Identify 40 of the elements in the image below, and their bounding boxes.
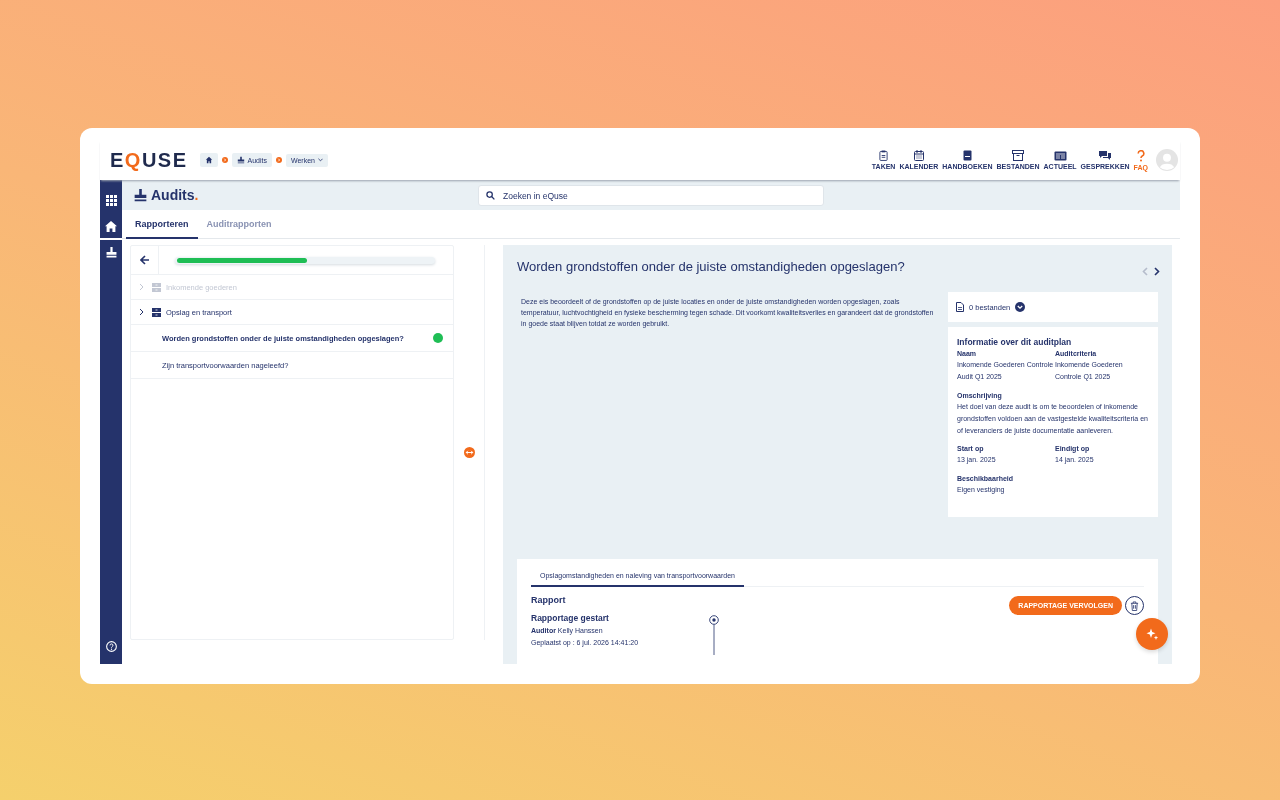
back-arrow-icon [139, 255, 150, 265]
entry-title: Rapportage gestart [531, 613, 610, 623]
stamp-icon [105, 246, 117, 258]
page-title: Audits. [151, 187, 199, 203]
document-icon [956, 302, 964, 312]
help-icon [1136, 149, 1145, 162]
tab[interactable]: Rapporteren [126, 210, 198, 239]
report-title: Rapport [531, 595, 566, 605]
chevron-icon [221, 157, 228, 163]
chevron-left-icon [1142, 267, 1148, 276]
question-title: Worden grondstoffen onder de juiste omstandigheden opgeslagen? [517, 259, 905, 274]
chevron-icon [139, 283, 144, 291]
book-icon [962, 150, 972, 161]
timeline-drawing [709, 615, 719, 655]
stamp-icon [134, 188, 147, 202]
trash-icon [1130, 600, 1139, 611]
caret-icon [318, 158, 323, 162]
sparkle-icon [1145, 627, 1159, 641]
archive-icon [1012, 150, 1024, 161]
help-icon[interactable] [105, 641, 117, 652]
expand-icon[interactable] [1015, 302, 1026, 312]
home-button[interactable] [199, 153, 218, 167]
stamp-icon [236, 156, 245, 164]
newspaper-icon [1053, 150, 1067, 161]
chevron-icon [276, 157, 282, 163]
calendar-icon [913, 150, 924, 161]
grid-icon [105, 194, 117, 206]
chevron-right-icon [1154, 267, 1160, 276]
info-title: Informatie over dit auditplan [957, 337, 1073, 347]
drawer-icon [152, 307, 161, 317]
chevron-icon [139, 308, 144, 316]
resize-handle-icon[interactable] [463, 447, 475, 458]
logo: EQUSE [110, 148, 188, 172]
chat-icon [1098, 150, 1113, 161]
drawer-icon [152, 282, 161, 292]
search-icon [486, 190, 495, 200]
home-icon [105, 220, 117, 232]
home-icon [204, 156, 213, 164]
clipboard-icon [879, 150, 889, 161]
search-field[interactable]: Zoeken in eQuse [478, 185, 824, 206]
